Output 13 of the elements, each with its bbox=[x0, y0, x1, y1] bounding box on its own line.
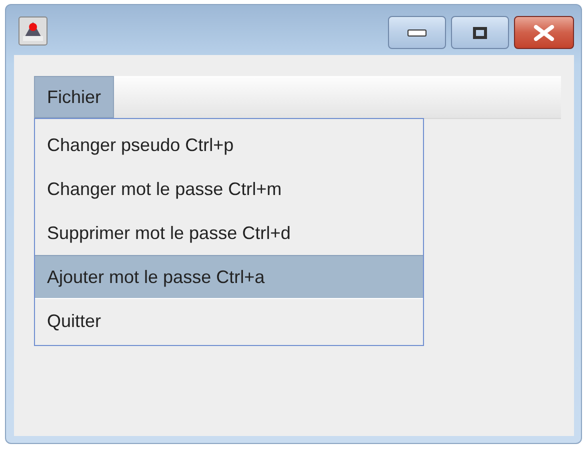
menu-item[interactable]: Ajouter mot le passe Ctrl+a bbox=[35, 255, 423, 299]
maximize-icon bbox=[473, 26, 487, 38]
menu-item[interactable]: Quitter bbox=[35, 299, 423, 343]
menu-title[interactable]: Fichier bbox=[34, 76, 114, 118]
menu-item[interactable]: Supprimer mot le passe Ctrl+d bbox=[35, 211, 423, 255]
minimize-icon bbox=[407, 28, 427, 36]
minimize-button[interactable] bbox=[388, 16, 446, 49]
maximize-button[interactable] bbox=[451, 16, 509, 49]
menu-item[interactable]: Changer pseudo Ctrl+p bbox=[35, 123, 423, 167]
close-icon bbox=[533, 24, 555, 40]
app-icon bbox=[18, 16, 48, 46]
close-button[interactable] bbox=[514, 16, 574, 49]
menu-item[interactable]: Changer mot le passe Ctrl+m bbox=[35, 167, 423, 211]
